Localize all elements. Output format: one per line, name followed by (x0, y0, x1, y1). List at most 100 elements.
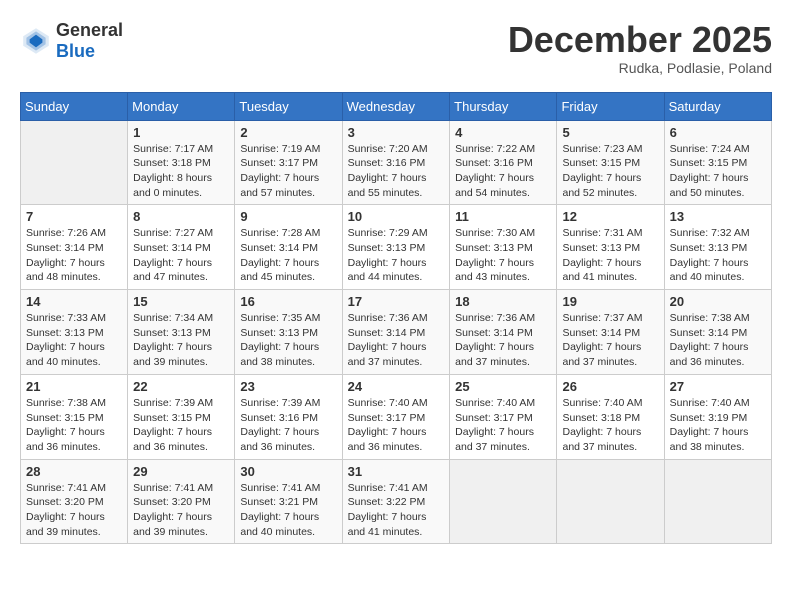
day-info: Sunrise: 7:27 AMSunset: 3:14 PMDaylight:… (133, 226, 229, 285)
calendar-cell: 18 Sunrise: 7:36 AMSunset: 3:14 PMDayligh… (450, 290, 557, 375)
day-info: Sunrise: 7:33 AMSunset: 3:13 PMDaylight:… (26, 311, 122, 370)
calendar-week-row: 28 Sunrise: 7:41 AMSunset: 3:20 PMDayligh… (21, 459, 772, 544)
day-info: Sunrise: 7:23 AMSunset: 3:15 PMDaylight:… (562, 142, 658, 201)
day-number: 13 (670, 209, 766, 224)
calendar-table: SundayMondayTuesdayWednesdayThursdayFrid… (20, 92, 772, 545)
day-number: 12 (562, 209, 658, 224)
weekday-header: Thursday (450, 92, 557, 120)
day-number: 23 (240, 379, 336, 394)
day-number: 26 (562, 379, 658, 394)
day-info: Sunrise: 7:40 AMSunset: 3:17 PMDaylight:… (348, 396, 445, 455)
calendar-cell: 7Sunrise: 7:26 AMSunset: 3:14 PMDaylight… (21, 205, 128, 290)
calendar-cell: 12 Sunrise: 7:31 AMSunset: 3:13 PMDayligh… (557, 205, 664, 290)
calendar-cell (664, 459, 771, 544)
weekday-header: Sunday (21, 92, 128, 120)
day-number: 11 (455, 209, 551, 224)
day-number: 25 (455, 379, 551, 394)
day-info: Sunrise: 7:36 AMSunset: 3:14 PMDaylight:… (455, 311, 551, 370)
day-number: 18 (455, 294, 551, 309)
day-number: 22 (133, 379, 229, 394)
day-number: 5 (562, 125, 658, 140)
calendar-cell: 2Sunrise: 7:19 AMSunset: 3:17 PMDaylight… (235, 120, 342, 205)
calendar-week-row: 14Sunrise: 7:33 AMSunset: 3:13 PMDayligh… (21, 290, 772, 375)
day-info: Sunrise: 7:36 AMSunset: 3:14 PMDaylight:… (348, 311, 445, 370)
calendar-header-row: SundayMondayTuesdayWednesdayThursdayFrid… (21, 92, 772, 120)
page-header: General Blue December 2025 Rudka, Podlas… (20, 20, 772, 76)
day-info: Sunrise: 7:24 AMSunset: 3:15 PMDaylight:… (670, 142, 766, 201)
day-info: Sunrise: 7:37 AMSunset: 3:14 PMDaylight:… (562, 311, 658, 370)
logo-general: General (56, 20, 123, 41)
calendar-cell (450, 459, 557, 544)
day-info: Sunrise: 7:40 AMSunset: 3:17 PMDaylight:… (455, 396, 551, 455)
calendar-week-row: 21Sunrise: 7:38 AMSunset: 3:15 PMDayligh… (21, 374, 772, 459)
title-block: December 2025 Rudka, Podlasie, Poland (508, 20, 772, 76)
day-info: Sunrise: 7:17 AMSunset: 3:18 PMDaylight:… (133, 142, 229, 201)
calendar-cell: 6Sunrise: 7:24 AMSunset: 3:15 PMDaylight… (664, 120, 771, 205)
logo-blue: Blue (56, 41, 123, 62)
calendar-week-row: 7Sunrise: 7:26 AMSunset: 3:14 PMDaylight… (21, 205, 772, 290)
day-number: 1 (133, 125, 229, 140)
day-info: Sunrise: 7:28 AMSunset: 3:14 PMDaylight:… (240, 226, 336, 285)
calendar-cell (21, 120, 128, 205)
calendar-cell: 29 Sunrise: 7:41 AMSunset: 3:20 PMDayligh… (128, 459, 235, 544)
calendar-cell: 19Sunrise: 7:37 AMSunset: 3:14 PMDayligh… (557, 290, 664, 375)
location-subtitle: Rudka, Podlasie, Poland (508, 60, 772, 76)
calendar-cell: 24 Sunrise: 7:40 AMSunset: 3:17 PMDayligh… (342, 374, 450, 459)
day-info: Sunrise: 7:39 AMSunset: 3:16 PMDaylight:… (240, 396, 336, 455)
day-number: 27 (670, 379, 766, 394)
day-number: 10 (348, 209, 445, 224)
calendar-cell: 28 Sunrise: 7:41 AMSunset: 3:20 PMDayligh… (21, 459, 128, 544)
logo: General Blue (20, 20, 123, 62)
day-number: 3 (348, 125, 445, 140)
day-number: 8 (133, 209, 229, 224)
weekday-header: Friday (557, 92, 664, 120)
day-number: 29 (133, 464, 229, 479)
calendar-cell: 14Sunrise: 7:33 AMSunset: 3:13 PMDayligh… (21, 290, 128, 375)
calendar-cell: 16Sunrise: 7:35 AMSunset: 3:13 PMDayligh… (235, 290, 342, 375)
weekday-header: Monday (128, 92, 235, 120)
day-number: 30 (240, 464, 336, 479)
month-title: December 2025 (508, 20, 772, 60)
day-info: Sunrise: 7:40 AMSunset: 3:19 PMDaylight:… (670, 396, 766, 455)
day-number: 28 (26, 464, 122, 479)
calendar-cell: 27 Sunrise: 7:40 AMSunset: 3:19 PMDayligh… (664, 374, 771, 459)
calendar-cell: 20Sunrise: 7:38 AMSunset: 3:14 PMDayligh… (664, 290, 771, 375)
day-number: 24 (348, 379, 445, 394)
calendar-cell: 5 Sunrise: 7:23 AMSunset: 3:15 PMDaylight… (557, 120, 664, 205)
calendar-cell: 30 Sunrise: 7:41 AMSunset: 3:21 PMDayligh… (235, 459, 342, 544)
day-info: Sunrise: 7:34 AMSunset: 3:13 PMDaylight:… (133, 311, 229, 370)
day-info: Sunrise: 7:30 AMSunset: 3:13 PMDaylight:… (455, 226, 551, 285)
day-number: 15 (133, 294, 229, 309)
logo-text: General Blue (56, 20, 123, 62)
day-number: 2 (240, 125, 336, 140)
calendar-cell: 13Sunrise: 7:32 AMSunset: 3:13 PMDayligh… (664, 205, 771, 290)
calendar-cell: 1 Sunrise: 7:17 AMSunset: 3:18 PMDaylight… (128, 120, 235, 205)
day-number: 9 (240, 209, 336, 224)
day-info: Sunrise: 7:29 AMSunset: 3:13 PMDaylight:… (348, 226, 445, 285)
calendar-cell: 15 Sunrise: 7:34 AMSunset: 3:13 PMDayligh… (128, 290, 235, 375)
day-info: Sunrise: 7:40 AMSunset: 3:18 PMDaylight:… (562, 396, 658, 455)
calendar-cell: 17 Sunrise: 7:36 AMSunset: 3:14 PMDayligh… (342, 290, 450, 375)
day-info: Sunrise: 7:41 AMSunset: 3:20 PMDaylight:… (26, 481, 122, 540)
day-info: Sunrise: 7:31 AMSunset: 3:13 PMDaylight:… (562, 226, 658, 285)
calendar-cell: 31Sunrise: 7:41 AMSunset: 3:22 PMDayligh… (342, 459, 450, 544)
day-number: 20 (670, 294, 766, 309)
day-info: Sunrise: 7:38 AMSunset: 3:15 PMDaylight:… (26, 396, 122, 455)
calendar-cell: 9 Sunrise: 7:28 AMSunset: 3:14 PMDaylight… (235, 205, 342, 290)
calendar-cell: 23 Sunrise: 7:39 AMSunset: 3:16 PMDayligh… (235, 374, 342, 459)
calendar-cell: 22Sunrise: 7:39 AMSunset: 3:15 PMDayligh… (128, 374, 235, 459)
day-info: Sunrise: 7:41 AMSunset: 3:21 PMDaylight:… (240, 481, 336, 540)
calendar-cell: 8 Sunrise: 7:27 AMSunset: 3:14 PMDaylight… (128, 205, 235, 290)
day-info: Sunrise: 7:20 AMSunset: 3:16 PMDaylight:… (348, 142, 445, 201)
day-number: 17 (348, 294, 445, 309)
day-number: 7 (26, 209, 122, 224)
calendar-cell: 3 Sunrise: 7:20 AMSunset: 3:16 PMDaylight… (342, 120, 450, 205)
logo-icon (20, 25, 52, 57)
weekday-header: Saturday (664, 92, 771, 120)
day-number: 31 (348, 464, 445, 479)
calendar-cell: 4Sunrise: 7:22 AMSunset: 3:16 PMDaylight… (450, 120, 557, 205)
calendar-cell: 11 Sunrise: 7:30 AMSunset: 3:13 PMDayligh… (450, 205, 557, 290)
day-info: Sunrise: 7:35 AMSunset: 3:13 PMDaylight:… (240, 311, 336, 370)
calendar-cell: 26 Sunrise: 7:40 AMSunset: 3:18 PMDayligh… (557, 374, 664, 459)
day-info: Sunrise: 7:41 AMSunset: 3:20 PMDaylight:… (133, 481, 229, 540)
